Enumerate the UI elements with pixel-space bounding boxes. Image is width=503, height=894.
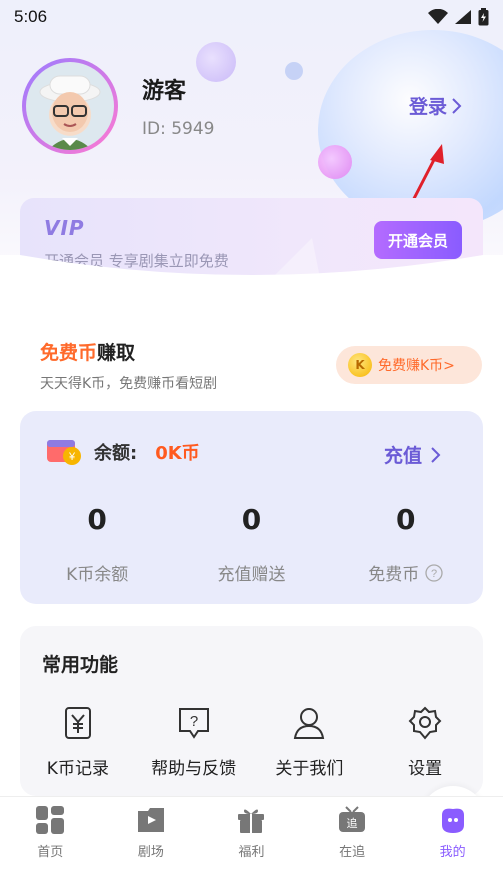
tool-label: 帮助与反馈 — [151, 759, 237, 779]
avatar[interactable] — [22, 58, 118, 154]
tab-theater[interactable]: 剧场 — [101, 797, 202, 894]
vip-card-curve — [0, 255, 503, 325]
battery-icon — [478, 8, 489, 26]
help-chat-icon: ? — [178, 708, 209, 739]
common-functions-title: 常用功能 — [42, 654, 119, 676]
tool-label: 关于我们 — [275, 759, 344, 779]
stat-label-text: 免费币 — [368, 565, 420, 585]
wallet-balance: ¥ 余额: 0K币 — [46, 437, 200, 467]
earn-coins-button[interactable]: K 免费赚K币> — [336, 346, 482, 384]
profile-header: 游客 ID: 5949 — [22, 58, 215, 154]
stat-value: 0 — [396, 503, 416, 536]
earn-button-label: 免费赚K币> — [378, 358, 455, 374]
stat-recharge-bonus[interactable]: 0 充值赠送 — [174, 503, 328, 585]
theater-play-icon — [137, 808, 164, 832]
wallet-card: ¥ 余额: 0K币 充值 0 K币余额 0 充值赠送 0 免费币 ? — [20, 411, 483, 604]
tab-label: 福利 — [238, 845, 265, 860]
recharge-label: 充值 — [384, 445, 423, 467]
svg-text:¥: ¥ — [68, 451, 76, 463]
signal-icon — [455, 10, 471, 24]
tab-welfare[interactable]: 福利 — [201, 797, 302, 894]
stat-label-text: K币余额 — [66, 565, 129, 585]
stat-label: 充值赠送 — [174, 560, 328, 585]
svg-text:?: ? — [431, 568, 437, 580]
status-time: 5:06 — [14, 7, 48, 26]
vip-open-button[interactable]: 开通会员 — [374, 221, 462, 259]
tab-following[interactable]: 追 在追 — [302, 797, 403, 894]
tool-label: K币记录 — [46, 759, 109, 779]
login-label: 登录 — [409, 96, 448, 118]
earn-subtitle: 天天得K币，免费赚币看短剧 — [40, 376, 218, 392]
svg-text:追: 追 — [347, 816, 358, 830]
earn-title-accent: 免费币 — [40, 342, 98, 364]
earn-title-rest: 赚取 — [97, 342, 136, 364]
user-info: 游客 ID: 5949 — [142, 73, 215, 139]
chevron-right-icon — [431, 446, 441, 463]
status-bar: 5:06 — [0, 0, 503, 34]
stat-k-balance[interactable]: 0 K币余额 — [20, 503, 174, 585]
tab-home[interactable]: 首页 — [0, 797, 101, 894]
tab-label: 剧场 — [137, 845, 164, 860]
tool-label: 设置 — [408, 759, 443, 779]
stat-value: 0 — [87, 503, 107, 536]
status-icons — [428, 8, 489, 26]
yuan-doc-icon — [64, 707, 91, 739]
tool-settings[interactable]: 设置 — [367, 706, 483, 779]
wallet-stats: 0 K币余额 0 充值赠送 0 免费币 ? — [20, 503, 483, 585]
wallet-amount: 0K币 — [155, 443, 200, 464]
earn-section: 免费币赚取 天天得K币，免费赚币看短剧 — [40, 338, 217, 393]
wallet-icon: ¥ — [47, 440, 81, 465]
common-functions: 常用功能 K币记录 ? 帮助与反馈 关于我们 设置 — [20, 626, 483, 796]
wallet-label: 余额: — [94, 443, 138, 464]
chevron-right-icon — [452, 97, 462, 114]
earn-title: 免费币赚取 — [40, 338, 217, 365]
person-icon — [294, 708, 325, 739]
login-button[interactable]: 登录 — [409, 92, 463, 119]
bottom-tab-bar: 首页 剧场 福利 追 在追 我的 — [0, 796, 503, 894]
user-id: ID: 5949 — [142, 119, 215, 139]
stat-value: 0 — [241, 503, 262, 536]
avatar-character-icon — [39, 75, 101, 150]
home-grid-icon — [36, 806, 65, 834]
stat-label-text: 充值赠送 — [217, 565, 286, 585]
stat-label: 免费币 ? — [329, 560, 483, 585]
tab-mine[interactable]: 我的 — [402, 797, 503, 894]
decor-bubble — [318, 145, 352, 179]
recharge-button[interactable]: 充值 — [384, 441, 442, 468]
help-circle-icon[interactable]: ? — [425, 563, 443, 582]
decor-bubble — [285, 62, 303, 80]
stat-free-coins[interactable]: 0 免费币 ? — [329, 503, 483, 585]
tab-label: 我的 — [439, 845, 466, 860]
tab-label: 首页 — [37, 845, 64, 860]
tool-help-feedback[interactable]: ? 帮助与反馈 — [136, 706, 252, 779]
tab-label: 在追 — [339, 845, 366, 860]
gear-icon — [408, 706, 442, 740]
tool-about-us[interactable]: 关于我们 — [252, 706, 368, 779]
k-coin-icon: K — [348, 353, 372, 377]
avatar-image — [26, 62, 114, 150]
gift-icon — [238, 809, 265, 833]
tool-k-coin-records[interactable]: K币记录 — [20, 706, 136, 779]
wifi-icon — [428, 9, 448, 24]
vip-logo: VIP — [44, 216, 85, 240]
svg-text:?: ? — [189, 713, 197, 730]
common-functions-row: K币记录 ? 帮助与反馈 关于我们 设置 — [20, 706, 483, 779]
stat-label: K币余额 — [20, 560, 174, 585]
tv-follow-icon: 追 — [339, 806, 366, 832]
mine-face-icon — [441, 808, 464, 833]
user-name: 游客 — [142, 79, 187, 104]
